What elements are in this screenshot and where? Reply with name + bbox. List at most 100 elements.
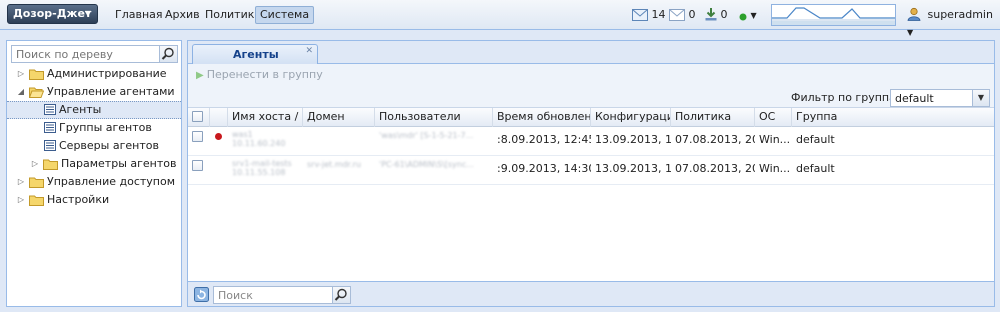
config-cell: 13.09.2013, 1... (595, 162, 671, 175)
nav-archive[interactable]: Архив (160, 6, 205, 24)
chevron-down-icon: ▼ (750, 11, 757, 20)
tree-item-agents[interactable]: Агенты (7, 101, 181, 119)
tree-item-label: Серверы агентов (59, 139, 159, 152)
filter-bar: Фильтр по группам: default ▼ (188, 86, 994, 108)
main-panel: Агенты ✕ ▶ Перенести в группу Фильтр по г… (187, 40, 995, 307)
tree-search-box (11, 45, 178, 63)
policy-cell: 07.08.2013, 20... (675, 133, 755, 146)
select-all-checkbox[interactable] (192, 111, 203, 122)
policy-cell: 07.08.2013, 20... (675, 162, 755, 175)
header-status (210, 108, 228, 127)
users-cell: 'was\mdr' [S-1-5-21-7... (379, 131, 474, 140)
grid-header: Имя хоста / IP Домен Пользователи Время … (188, 108, 994, 127)
play-icon: ▶ (196, 70, 204, 81)
nav-home[interactable]: Главная (110, 6, 168, 24)
host-cell: was1 10.11.60.240 (232, 130, 286, 148)
mail-icon (632, 9, 648, 21)
download-icon (705, 8, 717, 21)
grid-search-box[interactable]: Поиск (213, 286, 351, 304)
expand-arrow-icon[interactable]: ▷ (16, 173, 26, 191)
updated-cell: :8.09.2013, 12:45... (497, 133, 591, 146)
tree-item-label: Параметры агентов (61, 157, 177, 170)
activity-sparkline (771, 4, 896, 26)
chevron-down-icon: ▼ (84, 9, 91, 18)
tree-item-agent-servers[interactable]: Серверы агентов (7, 137, 181, 155)
list-icon (44, 140, 56, 151)
expand-arrow-icon[interactable]: ▷ (30, 155, 40, 173)
download-count: 0 (720, 8, 728, 21)
top-bar: Дозор-Джет ▼ Главная Архив Политика Сист… (0, 0, 1000, 37)
tree-item-access-management[interactable]: ▷ Управление доступом (7, 173, 181, 191)
nav-system[interactable]: Система (255, 6, 315, 24)
header-select-all[interactable] (188, 108, 210, 127)
move-to-group-label: Перенести в группу (206, 68, 323, 81)
tree-item-label: Агенты (59, 103, 102, 116)
mail-count: 14 (651, 8, 666, 21)
brand-menu-button[interactable]: Дозор-Джет ▼ (7, 4, 98, 24)
tree-item-settings[interactable]: ▷ Настройки (7, 191, 181, 209)
connection-status[interactable]: ▼ (739, 7, 757, 23)
list-icon (44, 104, 56, 115)
user-icon (907, 7, 921, 21)
tree-search-button[interactable] (159, 46, 177, 62)
tree-item-agent-management[interactable]: ◢ Управление агентами (7, 83, 181, 101)
column-header-updated[interactable]: Время обновления (493, 108, 591, 127)
folder-icon (29, 69, 44, 80)
tree-item-agent-parameters[interactable]: ▷ Параметры агентов (7, 155, 181, 173)
tree-item-administration[interactable]: ▷ Администрирование (7, 65, 181, 83)
offline-status-icon (215, 133, 222, 140)
users-cell: 'PC-61\ADMIN\S\[sync... (379, 160, 474, 169)
status-dot-icon (739, 13, 747, 21)
updated-cell: :9.09.2013, 14:30... (497, 162, 591, 175)
column-header-host[interactable]: Имя хоста / IP (228, 108, 303, 127)
tree-item-agent-groups[interactable]: Группы агентов (7, 119, 181, 137)
os-cell: Win... (759, 133, 791, 146)
search-icon (161, 47, 174, 60)
row-checkbox[interactable] (192, 131, 203, 142)
expand-arrow-icon[interactable]: ▷ (16, 65, 26, 83)
column-header-domain[interactable]: Домен (303, 108, 375, 127)
navigation-tree: ▷ Администрирование ◢ Управление агентам… (7, 65, 181, 209)
column-header-config[interactable]: Конфигурация (591, 108, 671, 127)
open-folder-icon (29, 87, 44, 98)
refresh-icon[interactable] (194, 287, 209, 302)
tree-item-label: Администрирование (47, 67, 167, 80)
mail-status[interactable]: 14 (632, 7, 666, 23)
brand-label: Дозор-Джет (13, 7, 92, 20)
chevron-down-icon[interactable]: ▼ (972, 90, 989, 106)
config-cell: 13.09.2013, 1... (595, 133, 671, 146)
user-menu[interactable]: superadmin ▼ (907, 6, 1000, 37)
table-row[interactable]: srv1-mail-tests 10.11.55.108 srv-jet.mdr… (188, 156, 994, 185)
move-to-group-button[interactable]: ▶ Перенести в группу (196, 68, 323, 81)
tree-item-label: Управление доступом (47, 175, 176, 188)
grid-search-button[interactable] (332, 287, 350, 303)
column-header-policy[interactable]: Политика (671, 108, 755, 127)
tab-agents[interactable]: Агенты ✕ (192, 44, 318, 65)
inbox-status[interactable]: 0 (669, 7, 696, 23)
column-header-users[interactable]: Пользователи (375, 108, 493, 127)
folder-icon (29, 195, 44, 206)
tree-search-input[interactable] (12, 46, 160, 62)
group-filter-select[interactable]: default ▼ (890, 89, 990, 107)
close-icon[interactable]: ✕ (305, 46, 313, 56)
host-cell: srv1-mail-tests 10.11.55.108 (232, 159, 292, 177)
search-icon (334, 288, 347, 301)
domain-cell: srv-jet.mdr.ru (307, 160, 362, 169)
table-row[interactable]: was1 10.11.60.240 'was\mdr' [S-1-5-21-7.… (188, 127, 994, 156)
folder-icon (29, 177, 44, 188)
download-status[interactable]: 0 (705, 7, 728, 23)
tree-panel: ▷ Администрирование ◢ Управление агентам… (6, 40, 182, 307)
row-checkbox[interactable] (192, 160, 203, 171)
tree-item-label: Настройки (47, 193, 110, 206)
toolbar: ▶ Перенести в группу (188, 64, 994, 86)
group-cell: default (796, 133, 835, 146)
collapse-arrow-icon[interactable]: ◢ (16, 83, 26, 101)
column-header-group[interactable]: Группа (792, 108, 994, 127)
tab-strip: Агенты ✕ (188, 41, 994, 65)
envelope-icon (669, 9, 685, 21)
group-cell: default (796, 162, 835, 175)
grid-search-input[interactable]: Поиск (218, 289, 253, 302)
user-name: superadmin (927, 8, 993, 21)
column-header-os[interactable]: ОС (755, 108, 792, 127)
expand-arrow-icon[interactable]: ▷ (16, 191, 26, 209)
